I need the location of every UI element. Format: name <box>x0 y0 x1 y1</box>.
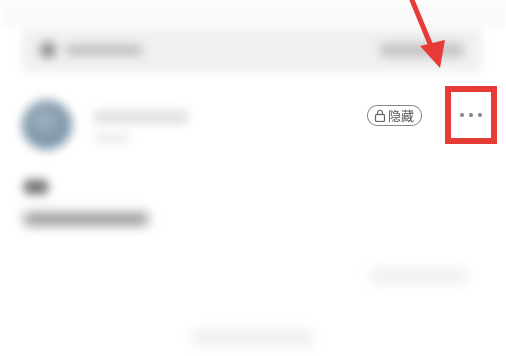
dot <box>460 113 464 117</box>
search-icon <box>40 42 56 58</box>
search-placeholder <box>66 45 142 55</box>
lock-icon <box>374 109 386 122</box>
dot <box>469 113 473 117</box>
post-meta <box>370 268 468 284</box>
hidden-status-label: 隐藏 <box>388 110 415 125</box>
post-title <box>24 180 48 194</box>
post-body <box>24 213 148 225</box>
hidden-status-badge[interactable]: 隐藏 <box>367 105 423 126</box>
search-action[interactable] <box>380 43 464 57</box>
post-timestamp <box>94 134 130 143</box>
top-header <box>0 0 506 28</box>
avatar[interactable] <box>22 100 72 150</box>
more-options-button[interactable] <box>445 86 497 144</box>
username[interactable] <box>94 110 188 124</box>
footer-action[interactable] <box>192 330 314 346</box>
dot <box>478 113 482 117</box>
more-options-icon <box>460 113 482 117</box>
search-bar[interactable] <box>22 28 482 72</box>
